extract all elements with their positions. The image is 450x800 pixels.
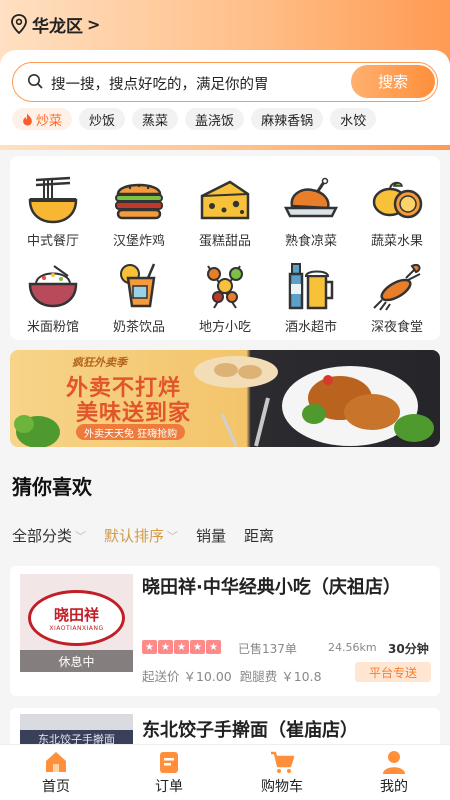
order-icon — [160, 752, 178, 773]
filter-label: 全部分类 — [12, 527, 73, 545]
lobster-icon — [373, 263, 421, 311]
promo-banner[interactable]: 疯狂外卖季 外卖不打烊 美味送到家 外卖天天免 狂嗨抢购 — [10, 350, 440, 447]
section-title: 猜你喜欢 — [12, 475, 92, 499]
category-late-night[interactable]: 深夜食堂 — [354, 260, 440, 340]
star-icon: ★ — [190, 640, 205, 654]
fee-info: 起送价 ￥10.00 跑腿费 ￥10.8 — [142, 666, 322, 685]
logo-text: 晓田祥 — [53, 606, 99, 624]
skewer-icon — [207, 265, 243, 309]
shop-card[interactable]: 晓田祥 XIAOTIANXIANG 休息中 晓田祥·中华经典小吃（庆祖店） ★ … — [10, 566, 440, 696]
noodle-bowl-icon — [28, 176, 78, 224]
search-button[interactable]: 搜索 — [351, 65, 435, 98]
category-cake[interactable]: 蛋糕甜品 — [182, 174, 268, 254]
search-placeholder: 搜一搜，搜点好吃的，满足你的胃 — [51, 77, 269, 93]
category-drinks[interactable]: 奶茶饮品 — [96, 260, 182, 340]
search-input[interactable]: 搜一搜，搜点好吃的，满足你的胃 搜索 — [12, 62, 438, 102]
filter-label: 默认排序 — [104, 527, 165, 545]
tab-label: 我的 — [380, 779, 408, 795]
category-label: 酒水超市 — [284, 320, 337, 335]
shop-name: 晓田祥·中华经典小吃（庆祖店） — [142, 577, 401, 598]
category-fruit-veg[interactable]: 蔬菜水果 — [354, 174, 440, 254]
shop-thumbnail: 晓田祥 XIAOTIANXIANG 休息中 — [20, 574, 133, 672]
category-grid: 中式餐厅 汉堡炸鸡 蛋糕甜品 熟食凉菜 蔬菜水果 米面粉馆 奶茶饮品 地方小吃 … — [10, 156, 440, 340]
banner-tagline: 外卖天天免 狂嗨抢购 — [76, 424, 186, 440]
filter-all-categories[interactable]: 全部分类 ﹀ — [12, 525, 86, 546]
category-label: 地方小吃 — [198, 320, 251, 335]
beer-icon — [288, 263, 334, 310]
burger-icon — [115, 183, 163, 220]
rating-stars: ★ ★ ★ ★ ★ — [142, 640, 221, 654]
filter-sales[interactable]: 销量 — [196, 525, 226, 546]
flame-icon — [23, 113, 32, 125]
juice-icon — [120, 263, 156, 308]
category-local-snacks[interactable]: 地方小吃 — [182, 260, 268, 340]
category-label: 熟食凉菜 — [284, 234, 337, 249]
search-panel: 搜一搜，搜点好吃的，满足你的胃 搜索 炒菜 炒饭 蒸菜 盖浇饭 麻辣香锅 水饺 — [0, 50, 450, 145]
delivery-time: 30分钟 — [388, 642, 429, 656]
min-order: 起送价 ￥10.00 — [142, 669, 232, 684]
hot-tag-chaocai[interactable]: 炒菜 — [12, 108, 73, 130]
tab-label: 购物车 — [261, 779, 303, 795]
category-label: 汉堡炸鸡 — [112, 234, 165, 249]
category-deli[interactable]: 熟食凉菜 — [268, 174, 354, 254]
category-liquor-store[interactable]: 酒水超市 — [268, 260, 354, 340]
search-icon — [28, 74, 43, 89]
category-chinese-restaurant[interactable]: 中式餐厅 — [10, 174, 96, 254]
tab-label: 首页 — [42, 779, 70, 795]
filter-default-sort[interactable]: 默认排序 ﹀ — [104, 525, 178, 546]
tab-orders[interactable]: 订单 — [129, 749, 209, 796]
category-burger[interactable]: 汉堡炸鸡 — [96, 174, 182, 254]
hot-tag-label: 炒菜 — [36, 113, 63, 129]
category-label: 米面粉馆 — [26, 320, 79, 335]
hot-tag[interactable]: 麻辣香锅 — [251, 108, 324, 130]
rice-bowl-icon — [28, 265, 78, 308]
home-icon — [46, 752, 66, 772]
shop-status-badge: 休息中 — [20, 650, 133, 672]
tab-home[interactable]: 首页 — [16, 749, 96, 796]
location-selector[interactable]: 华龙区 > — [10, 12, 101, 37]
hot-tags: 炒菜 炒饭 蒸菜 盖浇饭 麻辣香锅 水饺 — [12, 108, 377, 130]
category-label: 深夜食堂 — [370, 320, 423, 335]
logo-pinyin: XIAOTIANXIANG — [49, 625, 104, 632]
shop-distance: 24.56km — [328, 641, 377, 654]
cheese-cake-icon — [200, 180, 250, 220]
hot-tag[interactable]: 盖浇饭 — [185, 108, 245, 130]
sold-count: 已售137单 — [238, 642, 297, 656]
delivery-badge: 平台专送 — [355, 662, 431, 682]
shop-logo: 晓田祥 XIAOTIANXIANG — [28, 590, 125, 646]
chevron-down-icon: ﹀ — [75, 529, 87, 543]
profile-icon — [383, 751, 405, 774]
category-label: 奶茶饮品 — [112, 320, 165, 335]
chevron-right-icon: > — [87, 14, 101, 34]
hot-tag[interactable]: 水饺 — [330, 108, 377, 130]
star-icon: ★ — [158, 640, 173, 654]
star-icon: ★ — [206, 640, 221, 654]
category-label: 蔬菜水果 — [370, 234, 423, 249]
shop-name: 东北饺子手擀面（崔庙店） — [142, 720, 358, 741]
category-label: 中式餐厅 — [26, 234, 79, 249]
location-name: 华龙区 — [32, 16, 83, 37]
cart-icon — [271, 751, 295, 773]
bottom-tab-bar: 首页 订单 购物车 我的 — [0, 744, 450, 800]
tab-label: 订单 — [155, 779, 183, 795]
filter-distance[interactable]: 距离 — [244, 525, 274, 546]
location-pin-icon — [11, 14, 27, 34]
chevron-down-icon: ﹀ — [167, 529, 179, 543]
category-label: 蛋糕甜品 — [198, 234, 251, 249]
hot-tag[interactable]: 炒饭 — [79, 108, 126, 130]
category-noodle-house[interactable]: 米面粉馆 — [10, 260, 96, 340]
hot-tag[interactable]: 蒸菜 — [132, 108, 179, 130]
roast-chicken-icon — [283, 177, 339, 218]
star-icon: ★ — [142, 640, 157, 654]
banner-badge: 疯狂外卖季 — [72, 356, 127, 369]
tab-profile[interactable]: 我的 — [354, 749, 434, 796]
star-icon: ★ — [174, 640, 189, 654]
banner-subheadline: 美味送到家 — [76, 401, 192, 426]
run-fee: 跑腿费 ￥10.8 — [239, 669, 322, 684]
tab-cart[interactable]: 购物车 — [242, 749, 322, 796]
filter-bar: 全部分类 ﹀ 默认排序 ﹀ 销量 距离 — [12, 525, 274, 546]
lemon-icon — [372, 181, 423, 219]
